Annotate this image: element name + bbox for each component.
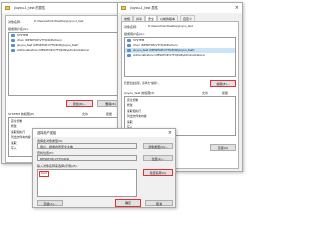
dialog-titlebar: 选择用户或组 × — [33, 129, 175, 137]
right-window-title: jiuyou-1_test 属性 — [130, 6, 158, 10]
advanced-button[interactable]: 高级(V) — [210, 144, 236, 151]
list-item[interactable]: Administrators (DESKTOP-V7TQ4CR\Administ… — [9, 48, 123, 53]
folder-icon — [5, 6, 10, 10]
list-item[interactable]: Administrators (DESKTOP-V7TQ4CR\Administ… — [125, 53, 235, 58]
allow-header: 允许 — [202, 91, 209, 95]
user-icon — [11, 39, 15, 42]
deny-header: 拒绝 — [106, 112, 113, 116]
left-window-title: jiuyou-1_test 的属性 — [14, 6, 46, 10]
object-names-value: test — [41, 171, 47, 175]
user-group-icon — [11, 49, 15, 52]
object-type-field: 用户、组或内置安全主体 — [37, 143, 137, 149]
object-names-input[interactable]: test — [37, 169, 137, 197]
group-users-label: 组或用户名(G): — [124, 32, 145, 36]
user-icon — [127, 44, 131, 47]
advanced-button[interactable]: 高级(A)... — [37, 200, 63, 206]
user-icon — [11, 44, 15, 47]
change-hint: 若要更改权限，请单击“编辑”。 — [124, 82, 161, 85]
edit-button[interactable]: 编辑(E)... — [210, 80, 236, 87]
folder-icon — [121, 6, 126, 10]
object-name-label: 对象名称: — [124, 25, 138, 29]
user-group-icon — [11, 34, 15, 37]
deny-header: 拒绝 — [222, 91, 229, 95]
group-users-label: 组或用户名(G): — [8, 27, 29, 31]
users-list[interactable]: SYSTEM chen (DESKTOP-V7TQ4CR\chen) jiuyo… — [124, 37, 236, 77]
user-group-icon — [127, 54, 131, 57]
location-field: DESKTOP-V7TQ4CR — [37, 155, 137, 161]
object-name-label: 对象名称: — [8, 20, 22, 24]
allow-header: 允许 — [82, 112, 89, 116]
select-users-dialog: 选择用户或组 × 选择此对象类型(S): 用户、组或内置安全主体 对象类型(O)… — [32, 128, 176, 208]
locations-button[interactable]: 位置(L)... — [143, 155, 173, 161]
right-window-titlebar: jiuyou-1_test 属性 × — [118, 3, 242, 13]
object-name-value: D:\Users\chen\Desktop\jiuyou_test — [148, 25, 193, 28]
permissions-label: SYSTEM 的权限(P) — [8, 112, 35, 116]
permissions-label: jiuyou_test 的权限(P) — [124, 91, 155, 95]
user-group-icon — [127, 39, 131, 42]
close-icon[interactable]: × — [235, 3, 239, 13]
cancel-button[interactable]: 取消 — [145, 200, 173, 206]
user-icon — [127, 49, 131, 52]
users-list[interactable]: SYSTEM chen (DESKTOP-V7TQ4CR\chen) jiuyo… — [8, 32, 124, 96]
ok-button[interactable]: 确定 — [115, 199, 141, 207]
add-button[interactable]: 添加(D)... — [66, 100, 93, 107]
object-types-button[interactable]: 对象类型(O)... — [143, 143, 173, 149]
dialog-title: 选择用户或组 — [37, 131, 57, 135]
object-names-label: 输入对象名称来选择(示例)(E): — [37, 164, 78, 168]
check-names-button[interactable]: 检查名称(C) — [143, 169, 173, 176]
object-name-value: D:\Users\Admin\Desktop\jiuyou-1_test — [34, 20, 84, 23]
close-icon[interactable]: × — [168, 129, 172, 137]
left-window-titlebar: jiuyou-1_test 的属性 × — [2, 3, 132, 13]
